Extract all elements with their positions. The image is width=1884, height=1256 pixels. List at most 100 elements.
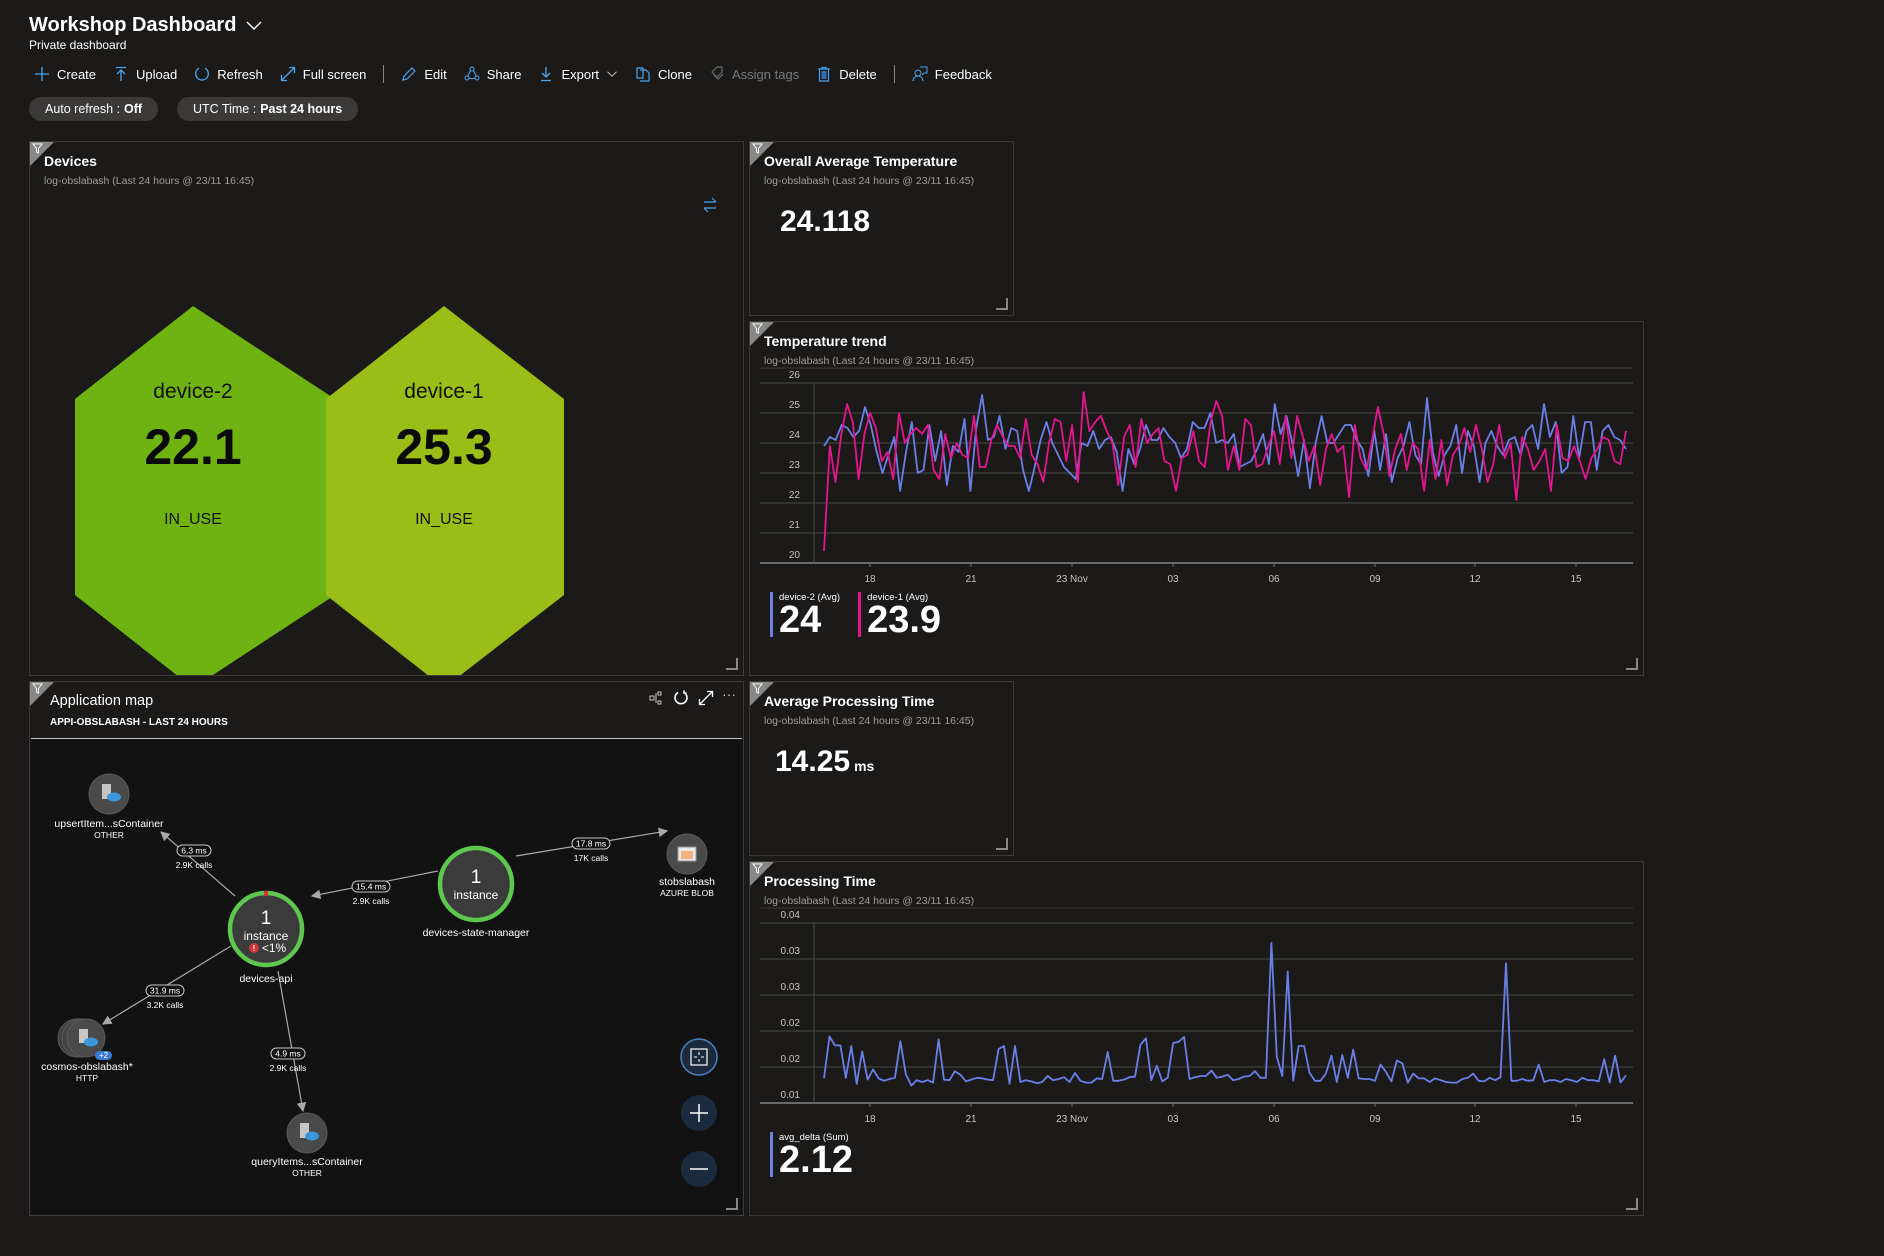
avg-processing-unit: ms	[854, 758, 875, 774]
chart-legend: device-2 (Avg) 24 device-1 (Avg) 23.9	[770, 592, 942, 641]
node-devices-api[interactable]: 1 instance ! <1% devices-api	[227, 890, 305, 985]
chevron-down-icon[interactable]	[246, 21, 262, 31]
x-tick-label: 09	[1369, 1114, 1381, 1122]
legend-value: 24	[779, 599, 822, 641]
device-hex-device-2[interactable]: device-2 22.1 IN_USE	[75, 306, 335, 675]
chart-legend: avg_delta (Sum) 2.12	[770, 1132, 853, 1179]
zoom-out-button[interactable]	[681, 1151, 717, 1187]
edge-calls: 3.2K calls	[147, 1000, 184, 1010]
export-label: Export	[561, 66, 600, 82]
full-screen-button[interactable]: Full screen	[280, 66, 366, 82]
x-tick-label: 18	[864, 574, 876, 582]
processing-time-panel: Processing Time log-obslabash (Last 24 h…	[749, 861, 1644, 1216]
avg-processing-time-panel: Average Processing Time log-obslabash (L…	[749, 681, 1014, 856]
resize-handle[interactable]	[996, 838, 1008, 850]
toolbar: Create Upload Refresh Full screen Edit S…	[34, 64, 1009, 84]
more-options-icon[interactable]: ···	[722, 686, 736, 702]
toolbar-separator	[383, 65, 385, 83]
time-range-pill[interactable]: UTC Time : Past 24 hours	[177, 97, 359, 121]
device-hex-device-1[interactable]: device-1 25.3 IN_USE	[326, 306, 564, 675]
edge-state-to-blob[interactable]: 17.8 ms 17K calls	[515, 827, 669, 863]
upload-button[interactable]: Upload	[113, 66, 177, 82]
filter-icon	[752, 143, 763, 154]
hex-shape	[75, 306, 335, 675]
resize-handle[interactable]	[726, 1198, 738, 1210]
y-tick-label: 26	[789, 370, 801, 381]
series-line-device-1-avg-[interactable]	[823, 391, 1627, 552]
auto-refresh-pill[interactable]: Auto refresh : Off	[29, 97, 159, 121]
node-query[interactable]: queryItems...sContainer OTHER	[251, 1112, 363, 1178]
legend-item-device-1[interactable]: device-1 (Avg) 23.9	[858, 592, 942, 641]
edge-latency: 4.9 ms	[275, 1049, 301, 1059]
node-type: AZURE BLOB	[660, 888, 714, 898]
edge-api-to-query[interactable]: 4.9 ms 2.9K calls	[270, 970, 307, 1113]
hex-shape	[326, 306, 564, 675]
share-button[interactable]: Share	[464, 66, 521, 82]
node-name: upsertItem...sContainer	[54, 818, 164, 830]
delete-button[interactable]: Delete	[816, 66, 877, 82]
error-icon-glyph: !	[253, 944, 256, 953]
panel-source: log-obslabash (Last 24 hours @ 23/11 16:…	[764, 175, 975, 187]
legend-item-device-2[interactable]: device-2 (Avg) 24	[770, 592, 840, 641]
plus-icon	[35, 67, 49, 81]
node-upsert[interactable]: upsertItem...sContainer OTHER	[54, 773, 164, 840]
auto-refresh-label: Auto refresh :	[45, 102, 121, 116]
device-name: device-1	[404, 380, 483, 403]
devices-honeycomb: device-2 22.1 IN_USE device-1 25.3 IN_US…	[75, 306, 564, 675]
series-line-avg-delta-sum-[interactable]	[823, 941, 1627, 1087]
dashboard-subtitle: Private dashboard	[29, 38, 127, 52]
resize-handle[interactable]	[996, 298, 1008, 310]
instance-label: instance	[454, 888, 499, 902]
node-type: OTHER	[94, 830, 124, 840]
time-range-label: UTC Time :	[193, 102, 257, 116]
feedback-button[interactable]: Feedback	[912, 66, 992, 82]
trash-icon	[818, 66, 831, 82]
legend-item-avg-delta[interactable]: avg_delta (Sum) 2.12	[770, 1132, 853, 1179]
x-tick-label: 23 Nov	[1056, 1114, 1088, 1122]
panel-source: log-obslabash (Last 24 hours @ 23/11 16:…	[764, 715, 975, 727]
temperature-trend-chart: 26 25 24 23 22 21 20 18 21 23 Nov 03 06 09 12 15	[760, 367, 1633, 582]
download-icon	[541, 67, 552, 82]
zoom-in-button[interactable]	[681, 1095, 717, 1131]
feedback-label: Feedback	[934, 66, 992, 82]
map-layout-icon[interactable]	[649, 691, 663, 705]
node-devices-state-manager[interactable]: 1 instance devices-state-manager	[423, 845, 530, 939]
resize-handle[interactable]	[1626, 658, 1638, 670]
edge-state-to-api[interactable]: 15.4 ms 2.9K calls	[310, 870, 439, 906]
dashboard-title[interactable]: Workshop Dashboard	[29, 14, 262, 37]
auto-refresh-value: Off	[124, 102, 143, 116]
filter-icon	[32, 683, 43, 694]
clone-button[interactable]: Clone	[635, 66, 692, 82]
assign-tags-button[interactable]: Assign tags	[709, 66, 799, 82]
legend-color-swatch	[770, 592, 773, 637]
node-blob[interactable]: stobslabash AZURE BLOB	[659, 833, 715, 898]
expand-icon[interactable]	[698, 690, 714, 706]
fit-to-screen-button[interactable]	[680, 1038, 718, 1076]
resize-handle[interactable]	[726, 658, 738, 670]
device-value: 22.1	[144, 419, 241, 475]
cloud-icon	[107, 792, 121, 802]
temperature-trend-panel: Temperature trend log-obslabash (Last 24…	[749, 321, 1644, 676]
button-circle	[680, 1038, 718, 1076]
assign-tags-label: Assign tags	[732, 66, 800, 82]
error-rate: <1%	[262, 941, 287, 955]
resize-handle[interactable]	[1626, 1198, 1638, 1210]
refresh-button[interactable]: Refresh	[194, 66, 263, 82]
edge-calls: 2.9K calls	[270, 1063, 307, 1073]
refresh-icon[interactable]	[673, 690, 689, 706]
map-canvas[interactable]: 6.3 ms 2.9K calls 15.4 ms 2.9K calls 17.…	[31, 738, 742, 1214]
tag-icon	[711, 66, 724, 80]
export-button[interactable]: Export	[538, 66, 618, 82]
edge-api-to-upsert[interactable]: 6.3 ms 2.9K calls	[160, 831, 236, 897]
edge-latency: 31.9 ms	[150, 986, 180, 996]
y-tick-label: 24	[789, 430, 801, 441]
edit-button[interactable]: Edit	[401, 66, 447, 82]
refresh-icon	[195, 67, 210, 81]
edge-api-to-cosmos[interactable]: 31.9 ms 3.2K calls	[101, 945, 232, 1025]
x-tick-label: 12	[1469, 574, 1481, 582]
create-button[interactable]: Create	[34, 66, 96, 82]
node-name: queryItems...sContainer	[251, 1156, 363, 1168]
x-tick-label: 15	[1570, 1114, 1582, 1122]
legend-value: 23.9	[867, 599, 942, 641]
node-cosmos[interactable]: +2 cosmos-obslabash* HTTP	[41, 1018, 133, 1083]
